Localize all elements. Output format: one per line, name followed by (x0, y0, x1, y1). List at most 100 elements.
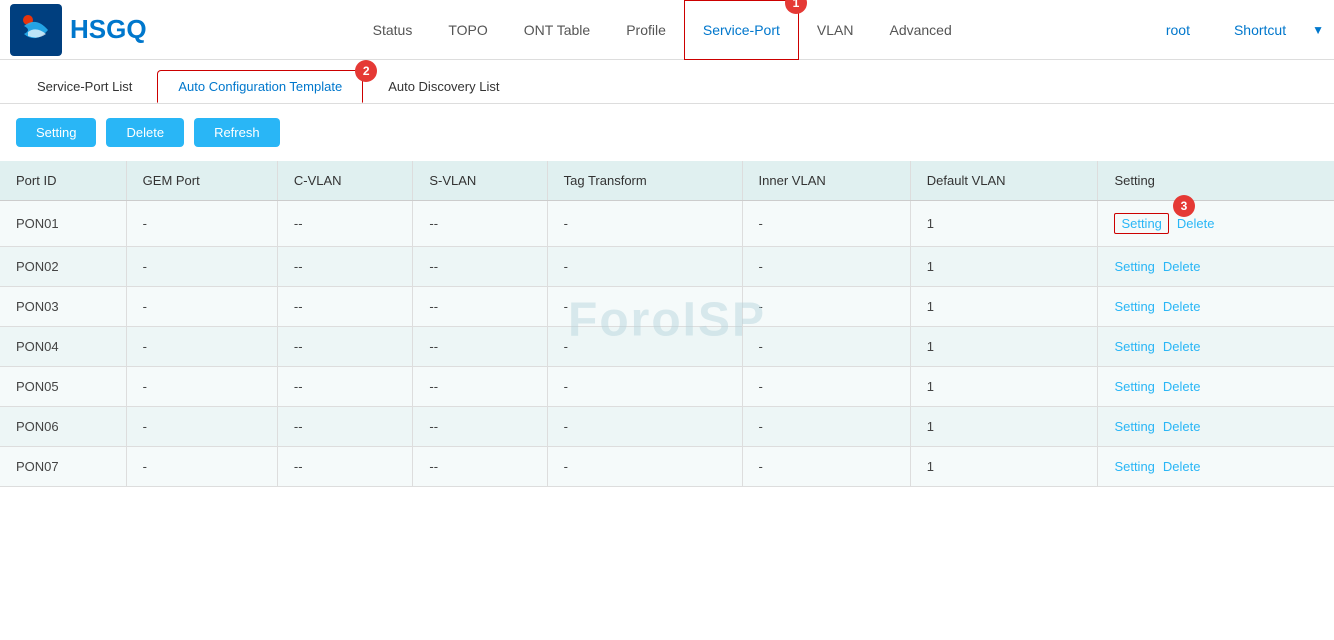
table-wrap: Port ID GEM Port C-VLAN S-VLAN Tag Trans… (0, 161, 1334, 487)
nav-service-port[interactable]: Service-Port (684, 0, 799, 60)
col-inner-vlan: Inner VLAN (742, 161, 910, 201)
tabs-bar: Service-Port List Auto Configuration Tem… (0, 60, 1334, 104)
refresh-button[interactable]: Refresh (194, 118, 280, 147)
nav-vlan[interactable]: VLAN (799, 0, 872, 60)
cell-tag-transform: - (547, 367, 742, 407)
cell-port-id: PON05 (0, 367, 126, 407)
row-delete-button[interactable]: Delete (1163, 259, 1201, 274)
row-delete-button[interactable]: Delete (1163, 379, 1201, 394)
delete-button[interactable]: Delete (106, 118, 184, 147)
col-gem-port: GEM Port (126, 161, 277, 201)
row-delete-button[interactable]: Delete (1163, 419, 1201, 434)
row-setting-button[interactable]: Setting (1114, 299, 1154, 314)
cell-default-vlan: 1 (910, 201, 1098, 247)
cell-inner-vlan: - (742, 367, 910, 407)
cell-actions: Setting Delete (1098, 287, 1334, 327)
nav-service-port-wrapper: Service-Port 1 (684, 0, 799, 60)
cell-inner-vlan: - (742, 201, 910, 247)
nav-root[interactable]: root (1148, 0, 1208, 60)
row-setting-button[interactable]: Setting (1114, 379, 1154, 394)
tab-auto-config-wrapper: Auto Configuration Template 2 (157, 70, 367, 103)
tab-service-port-list[interactable]: Service-Port List (16, 70, 153, 103)
table-row: PON07-------1SettingDelete (0, 447, 1334, 487)
cell-s-vlan: -- (413, 201, 547, 247)
cell-port-id: PON02 (0, 247, 126, 287)
cell-default-vlan: 1 (910, 287, 1098, 327)
nav-status[interactable]: Status (355, 0, 431, 60)
cell-tag-transform: - (547, 327, 742, 367)
row-delete-button[interactable]: Delete (1177, 216, 1215, 231)
cell-gem-port: - (126, 407, 277, 447)
table-row: PON05-------1SettingDelete (0, 367, 1334, 407)
cell-tag-transform: - (547, 287, 742, 327)
cell-port-id: PON06 (0, 407, 126, 447)
row-setting-button[interactable]: Setting (1114, 213, 1168, 234)
brand-name: HSGQ (70, 14, 147, 45)
cell-tag-transform: - (547, 201, 742, 247)
cell-c-vlan: -- (277, 367, 412, 407)
col-s-vlan: S-VLAN (413, 161, 547, 201)
cell-s-vlan: -- (413, 447, 547, 487)
logo-area: HSGQ (10, 4, 147, 56)
col-port-id: Port ID (0, 161, 126, 201)
cell-s-vlan: -- (413, 407, 547, 447)
cell-c-vlan: -- (277, 201, 412, 247)
nav-right: root Shortcut ▼ (1148, 0, 1324, 60)
cell-default-vlan: 1 (910, 447, 1098, 487)
col-default-vlan: Default VLAN (910, 161, 1098, 201)
row-setting-button[interactable]: Setting (1114, 459, 1154, 474)
cell-actions: Setting Delete (1098, 367, 1334, 407)
nav-topo[interactable]: TOPO (430, 0, 505, 60)
cell-tag-transform: - (547, 407, 742, 447)
cell-s-vlan: -- (413, 287, 547, 327)
cell-c-vlan: -- (277, 447, 412, 487)
table-body: PON01-------1Setting3DeletePON02-------1… (0, 201, 1334, 487)
logo-svg (18, 12, 54, 48)
nav-ont-table[interactable]: ONT Table (506, 0, 608, 60)
cell-s-vlan: -- (413, 367, 547, 407)
cell-gem-port: - (126, 367, 277, 407)
cell-gem-port: - (126, 247, 277, 287)
cell-default-vlan: 1 (910, 247, 1098, 287)
row-delete-button[interactable]: Delete (1163, 459, 1201, 474)
row-setting-button[interactable]: Setting (1114, 259, 1154, 274)
cell-port-id: PON03 (0, 287, 126, 327)
table-row: PON06-------1SettingDelete (0, 407, 1334, 447)
cell-actions: Setting Delete (1098, 407, 1334, 447)
cell-port-id: PON07 (0, 447, 126, 487)
setting-button[interactable]: Setting (16, 118, 96, 147)
row-setting-button[interactable]: Setting (1114, 419, 1154, 434)
table-row: PON04-------1SettingDelete (0, 327, 1334, 367)
cell-gem-port: - (126, 327, 277, 367)
cell-inner-vlan: - (742, 247, 910, 287)
cell-actions: Setting Delete (1098, 327, 1334, 367)
nav-profile[interactable]: Profile (608, 0, 684, 60)
cell-s-vlan: -- (413, 247, 547, 287)
tab-auto-config[interactable]: Auto Configuration Template (157, 70, 363, 103)
setting-badge-wrap: Setting3 (1114, 213, 1176, 234)
cell-c-vlan: -- (277, 287, 412, 327)
main-nav: Status TOPO ONT Table Profile Service-Po… (177, 0, 1148, 60)
col-setting: Setting (1098, 161, 1334, 201)
cell-actions: Setting3Delete (1098, 201, 1334, 247)
main-table: Port ID GEM Port C-VLAN S-VLAN Tag Trans… (0, 161, 1334, 487)
row-setting-button[interactable]: Setting (1114, 339, 1154, 354)
table-row: PON01-------1Setting3Delete (0, 201, 1334, 247)
cell-inner-vlan: - (742, 407, 910, 447)
cell-inner-vlan: - (742, 447, 910, 487)
col-c-vlan: C-VLAN (277, 161, 412, 201)
cell-s-vlan: -- (413, 327, 547, 367)
tab-auto-discovery[interactable]: Auto Discovery List (367, 70, 520, 103)
cell-actions: Setting Delete (1098, 447, 1334, 487)
header: HSGQ Status TOPO ONT Table Profile Servi… (0, 0, 1334, 60)
row-delete-button[interactable]: Delete (1163, 299, 1201, 314)
cell-gem-port: - (126, 287, 277, 327)
cell-inner-vlan: - (742, 327, 910, 367)
shortcut-chevron-icon: ▼ (1312, 23, 1324, 37)
nav-advanced[interactable]: Advanced (871, 0, 969, 60)
cell-gem-port: - (126, 201, 277, 247)
cell-inner-vlan: - (742, 287, 910, 327)
cell-tag-transform: - (547, 247, 742, 287)
nav-shortcut[interactable]: Shortcut (1216, 0, 1304, 60)
row-delete-button[interactable]: Delete (1163, 339, 1201, 354)
